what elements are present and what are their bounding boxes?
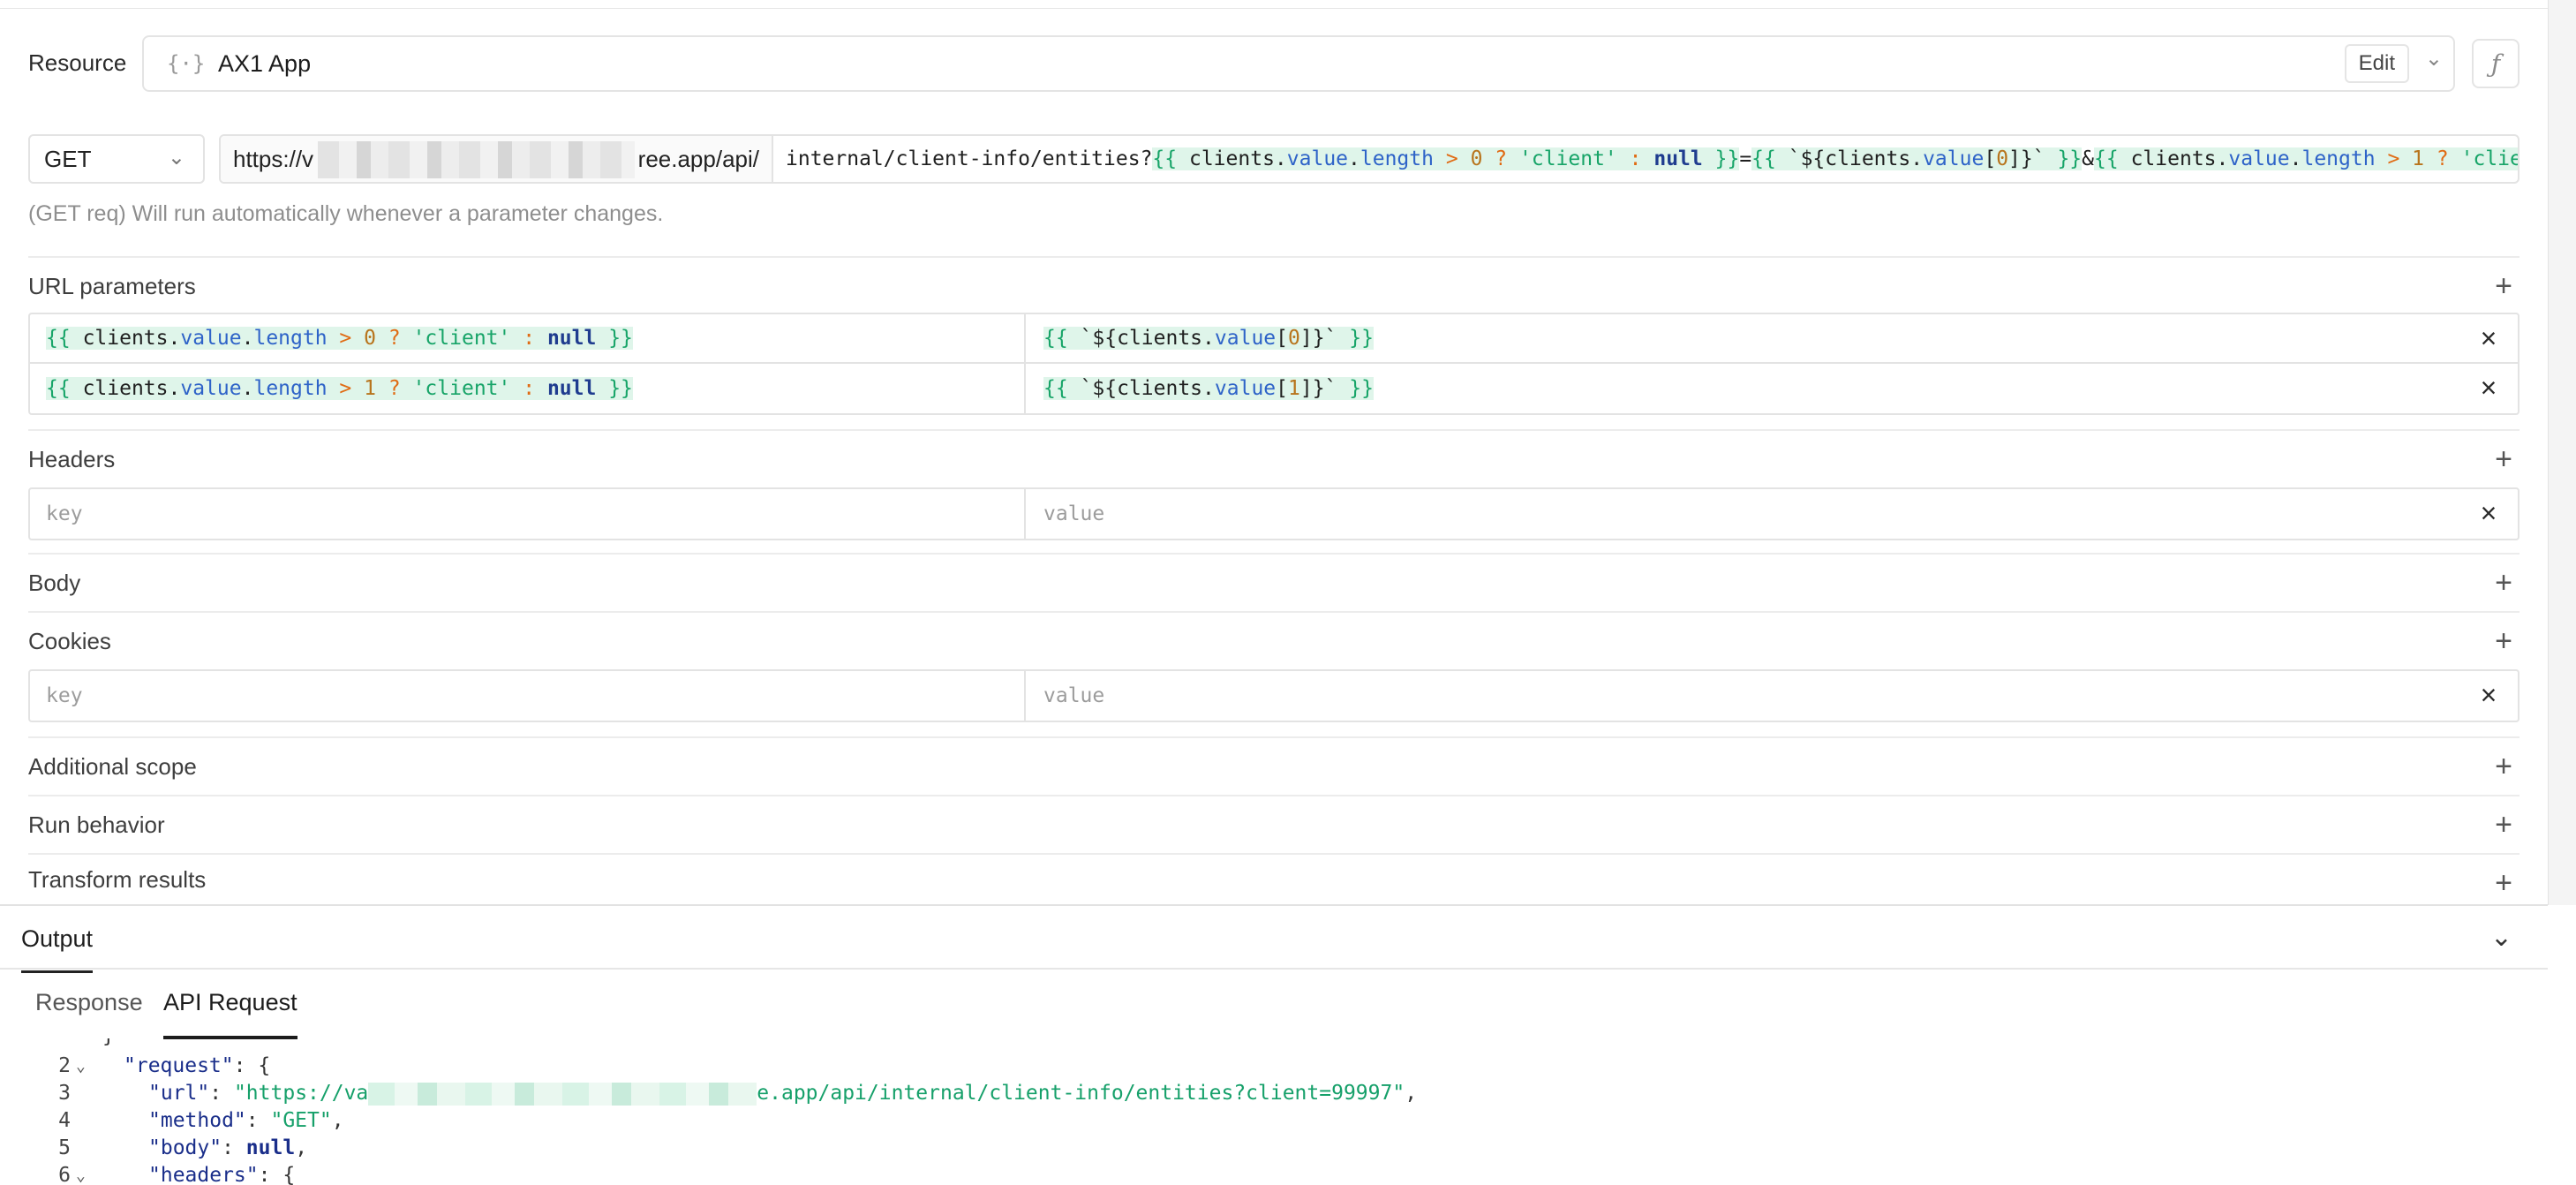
url-parameters-table: {{ clients.value.length > 0 ? 'client' :… bbox=[28, 313, 2520, 415]
add-icon[interactable]: + bbox=[2488, 269, 2520, 303]
edit-resource-button[interactable]: Edit bbox=[2344, 44, 2409, 83]
add-icon[interactable]: + bbox=[2488, 750, 2520, 783]
base-url-prefix: https://v bbox=[233, 145, 314, 172]
redacted-area bbox=[368, 1082, 757, 1106]
transform-results-section[interactable]: Transform results + bbox=[28, 853, 2520, 904]
close-icon[interactable]: × bbox=[2474, 497, 2504, 529]
fold-chevron-icon[interactable]: ⌄ bbox=[76, 1053, 86, 1080]
code-line: 2 ⌄ "request": { bbox=[0, 1053, 2548, 1080]
param-key-field[interactable]: {{ clients.value.length > 1 ? 'client' :… bbox=[30, 364, 1026, 413]
body-section[interactable]: Body + bbox=[28, 553, 2520, 611]
table-row: key value × bbox=[30, 671, 2518, 721]
cookies-section[interactable]: Cookies + bbox=[28, 611, 2520, 669]
add-icon[interactable]: + bbox=[2488, 566, 2520, 600]
chevron-down-icon[interactable]: ⌄ bbox=[2490, 922, 2512, 953]
code-line: 4 "method": "GET", bbox=[58, 1109, 344, 1132]
output-title: Output bbox=[21, 925, 94, 973]
base-url-suffix: ree.app/api/ bbox=[634, 136, 759, 182]
section-title: URL parameters bbox=[28, 272, 196, 299]
resource-selector[interactable]: {·} AX1 App Edit ⌄ bbox=[142, 35, 2455, 92]
close-icon[interactable]: × bbox=[2474, 322, 2504, 354]
additional-scope-section[interactable]: Additional scope + bbox=[28, 736, 2520, 795]
tab-response[interactable]: Response bbox=[35, 989, 143, 1036]
add-icon[interactable]: + bbox=[2488, 866, 2520, 900]
top-divider bbox=[0, 0, 2548, 9]
section-title: Headers bbox=[28, 445, 116, 472]
headers-section[interactable]: Headers + bbox=[28, 429, 2520, 487]
run-behavior-section[interactable]: Run behavior + bbox=[28, 795, 2520, 853]
code-line: 6 ⌄ "headers": { bbox=[0, 1162, 2548, 1185]
fold-chevron-icon[interactable]: ⌄ bbox=[76, 1162, 86, 1185]
api-request-code: } 2 ⌄ "request": { 3 "url": "https://vae… bbox=[0, 1038, 2548, 1185]
redacted-area bbox=[318, 141, 653, 178]
url-parameters-section[interactable]: URL parameters + bbox=[28, 256, 2520, 314]
header-value-field[interactable]: value bbox=[1028, 489, 2465, 539]
code-line: } bbox=[0, 1038, 2548, 1049]
output-header[interactable]: Output ⌄ bbox=[0, 904, 2548, 973]
code-line: 3 "url": "https://va e.app/api/internal/c… bbox=[58, 1082, 1418, 1106]
auto-run-hint: (GET req) Will run automatically wheneve… bbox=[28, 201, 664, 226]
function-button[interactable]: ƒ bbox=[2472, 39, 2520, 88]
method-select[interactable]: GET ⌄ bbox=[28, 134, 205, 184]
url-path[interactable]: internal/client-info/entities?{{ clients… bbox=[786, 143, 2518, 175]
resource-name: AX1 App bbox=[218, 49, 312, 77]
method-value: GET bbox=[44, 145, 92, 172]
chevron-down-icon[interactable]: ⌄ bbox=[2425, 46, 2443, 72]
add-icon[interactable]: + bbox=[2488, 808, 2520, 842]
section-title: Run behavior bbox=[28, 811, 165, 838]
table-row: key value × bbox=[30, 489, 2518, 539]
cookie-value-field[interactable]: value bbox=[1028, 671, 2465, 721]
close-icon[interactable]: × bbox=[2474, 679, 2504, 711]
braces-icon: {·} bbox=[167, 51, 206, 76]
param-value-field[interactable]: {{ `${clients.value[0]}` }} bbox=[1028, 314, 2465, 362]
param-value-field[interactable]: {{ `${clients.value[1]}` }} bbox=[1028, 364, 2465, 413]
resource-label: Resource bbox=[28, 49, 127, 76]
param-key-field[interactable]: {{ clients.value.length > 0 ? 'client' :… bbox=[30, 314, 1026, 362]
add-icon[interactable]: + bbox=[2488, 442, 2520, 476]
cookie-key-field[interactable]: key bbox=[30, 671, 1026, 721]
section-title: Transform results bbox=[28, 865, 207, 893]
url-input[interactable]: https://v ree.app/api/ internal/client-i… bbox=[219, 134, 2520, 184]
headers-table: key value × bbox=[28, 487, 2520, 540]
section-title: Additional scope bbox=[28, 752, 197, 780]
code-line: 5 "body": null, bbox=[58, 1136, 308, 1159]
section-title: Cookies bbox=[28, 627, 111, 654]
section-title: Body bbox=[28, 569, 81, 596]
base-url: https://v ree.app/api/ bbox=[221, 136, 773, 182]
output-tabs: Response API Request bbox=[0, 970, 2548, 1039]
table-row: {{ clients.value.length > 0 ? 'client' :… bbox=[30, 314, 2518, 364]
table-row: {{ clients.value.length > 1 ? 'client' :… bbox=[30, 364, 2518, 413]
close-icon[interactable]: × bbox=[2474, 372, 2504, 404]
chevron-down-icon: ⌄ bbox=[167, 146, 185, 170]
header-key-field[interactable]: key bbox=[30, 489, 1026, 539]
scrollbar[interactable] bbox=[2548, 0, 2576, 905]
cookies-table: key value × bbox=[28, 669, 2520, 722]
add-icon[interactable]: + bbox=[2488, 624, 2520, 658]
tab-api-request[interactable]: API Request bbox=[163, 989, 298, 1039]
